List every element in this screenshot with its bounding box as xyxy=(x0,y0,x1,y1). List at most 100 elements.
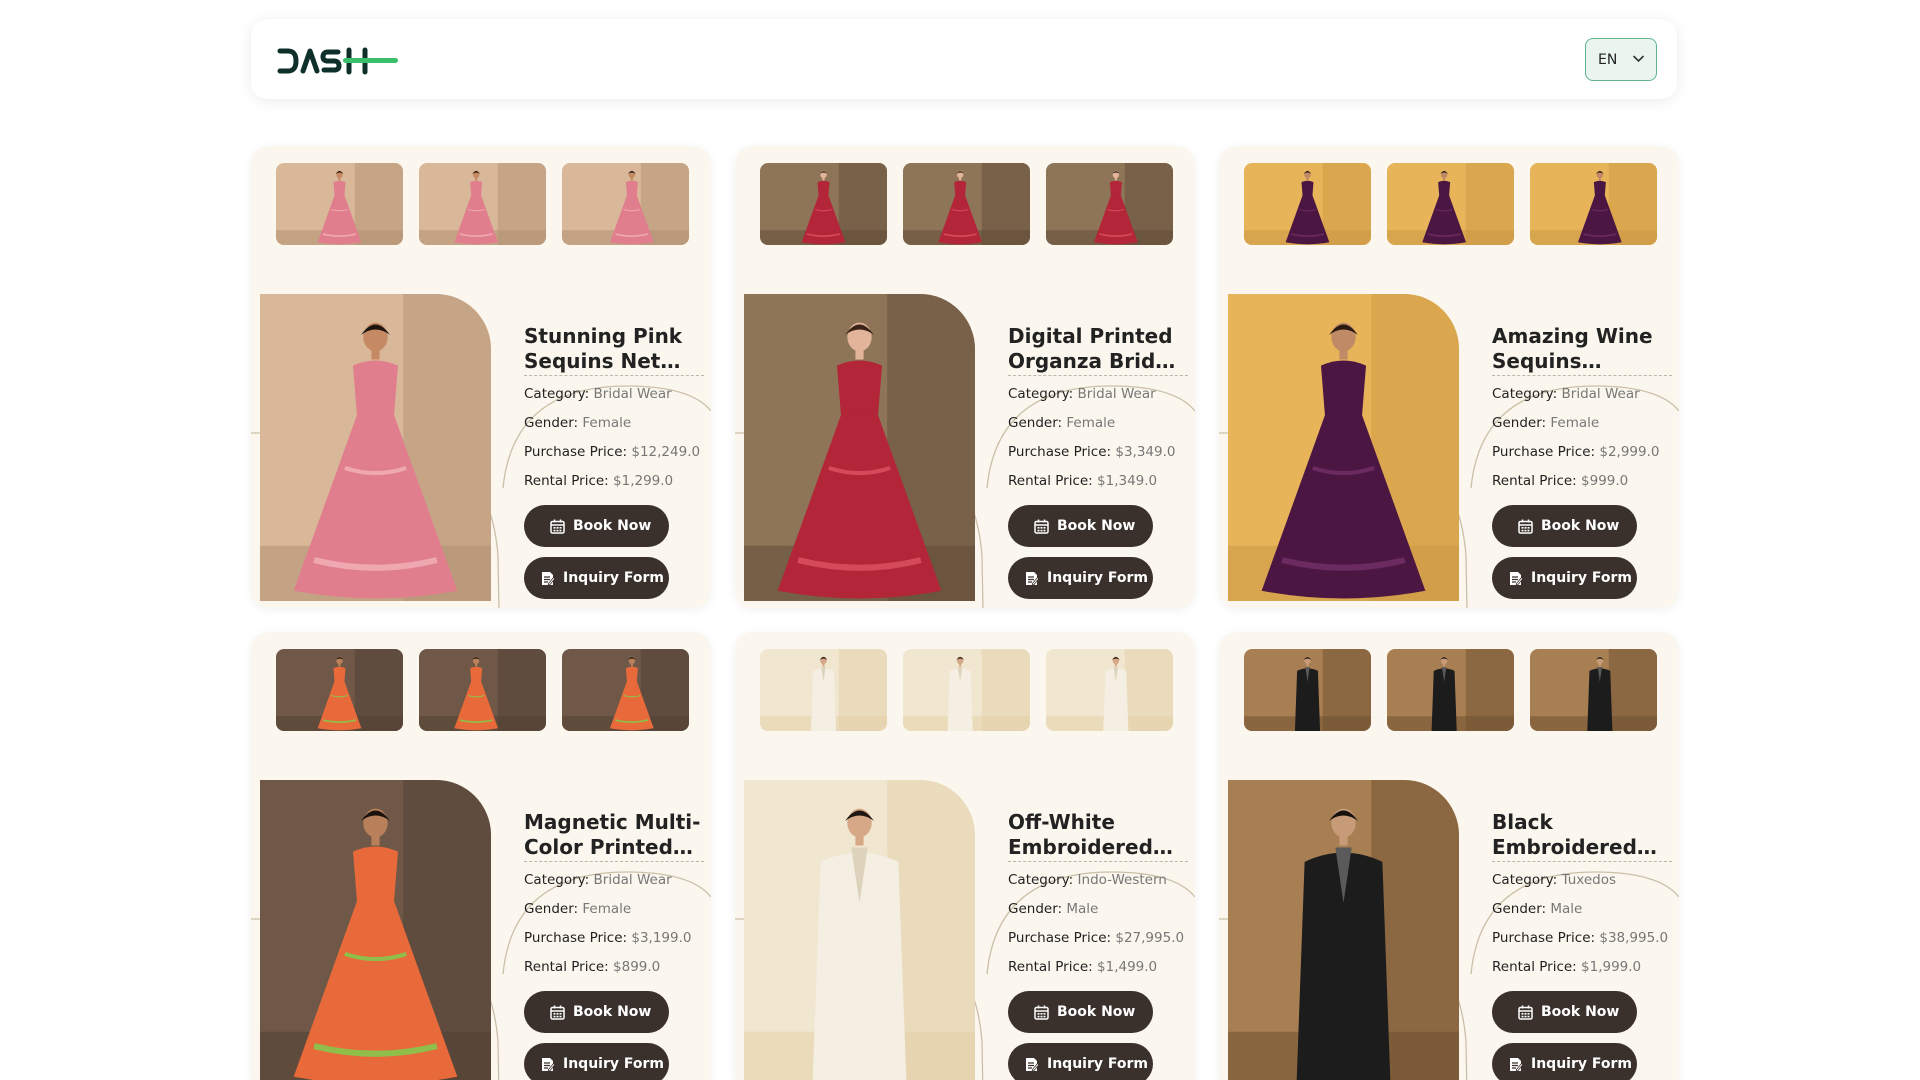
product-card: Stunning Pink Sequins Net Bridal Lehenga… xyxy=(251,146,711,608)
product-title[interactable]: Black Embroidered Tuxedo Suit xyxy=(1492,810,1672,860)
product-thumbnail[interactable] xyxy=(562,649,689,731)
product-thumbnail[interactable] xyxy=(1530,163,1657,245)
thumbnail-strip xyxy=(1244,649,1657,731)
product-thumbnail[interactable] xyxy=(1046,649,1173,731)
product-thumbnail[interactable] xyxy=(1244,163,1371,245)
product-thumbnail[interactable] xyxy=(1530,649,1657,731)
product-title[interactable]: Digital Printed Organza Bridal Lehenga xyxy=(1008,324,1188,374)
book-now-label: Book Now xyxy=(1541,518,1620,534)
rental-price-label: Rental Price: xyxy=(1492,473,1577,489)
language-select[interactable]: EN xyxy=(1585,38,1657,81)
language-label: EN xyxy=(1598,51,1618,68)
form-edit-icon xyxy=(1510,571,1523,586)
product-title[interactable]: Stunning Pink Sequins Net Bridal Lehenga xyxy=(524,324,704,374)
inquiry-form-button[interactable]: Inquiry Form xyxy=(524,557,669,599)
gender-label: Gender: xyxy=(524,901,579,917)
rental-price-label: Rental Price: xyxy=(524,959,609,975)
product-card: Black Embroidered Tuxedo Suit Category: … xyxy=(1219,632,1679,1080)
inquiry-form-button[interactable]: Inquiry Form xyxy=(1008,557,1153,599)
rental-price-value: $1,499.0 xyxy=(1097,959,1158,975)
product-main-image[interactable] xyxy=(744,294,975,601)
product-thumbnail[interactable] xyxy=(1244,649,1371,731)
book-now-button[interactable]: Book Now xyxy=(1492,991,1637,1033)
book-now-button[interactable]: Book Now xyxy=(524,505,669,547)
inquiry-form-label: Inquiry Form xyxy=(563,1056,664,1072)
purchase-price-label: Purchase Price: xyxy=(524,444,628,460)
inquiry-form-button[interactable]: Inquiry Form xyxy=(1008,1043,1153,1080)
product-card: Digital Printed Organza Bridal Lehenga C… xyxy=(735,146,1195,608)
product-thumbnail[interactable] xyxy=(760,163,887,245)
thumbnail-strip xyxy=(1244,163,1657,245)
gender-value: Male xyxy=(1550,901,1583,917)
product-thumbnail[interactable] xyxy=(419,649,546,731)
product-main-image[interactable] xyxy=(260,780,491,1080)
purchase-price-value: $3,199.0 xyxy=(631,930,692,946)
calendar-icon xyxy=(1034,1005,1049,1020)
form-edit-icon xyxy=(542,1057,555,1072)
product-thumbnail[interactable] xyxy=(276,649,403,731)
rental-price-row: Rental Price: $999.0 xyxy=(1492,467,1672,496)
category-value: Tuxedos xyxy=(1561,872,1617,888)
product-info: Off-White Embroidered Indo-Western Set C… xyxy=(1008,810,1188,1080)
category-row: Category: Bridal Wear xyxy=(524,866,704,895)
category-value: Bridal Wear xyxy=(1561,386,1640,402)
product-thumbnail[interactable] xyxy=(903,163,1030,245)
gender-label: Gender: xyxy=(524,415,579,431)
product-title[interactable]: Amazing Wine Sequins Georgette Wedding L… xyxy=(1492,324,1672,374)
product-title[interactable]: Magnetic Multi-Color Printed Chinon Drap… xyxy=(524,810,704,860)
gender-value: Female xyxy=(582,415,632,431)
book-now-button[interactable]: Book Now xyxy=(1008,991,1153,1033)
purchase-price-row: Purchase Price: $2,999.0 xyxy=(1492,438,1672,467)
product-main-image[interactable] xyxy=(1228,780,1459,1080)
product-main-image[interactable] xyxy=(260,294,491,601)
inquiry-form-button[interactable]: Inquiry Form xyxy=(1492,557,1637,599)
gender-row: Gender: Male xyxy=(1008,895,1188,924)
rental-price-value: $999.0 xyxy=(1581,473,1629,489)
book-now-button[interactable]: Book Now xyxy=(1008,505,1153,547)
title-divider xyxy=(524,861,704,862)
title-divider xyxy=(1492,375,1672,376)
rental-price-label: Rental Price: xyxy=(1492,959,1577,975)
product-thumbnail[interactable] xyxy=(419,163,546,245)
gender-label: Gender: xyxy=(1008,901,1063,917)
rental-price-value: $1,349.0 xyxy=(1097,473,1158,489)
product-thumbnail[interactable] xyxy=(1387,649,1514,731)
gender-value: Female xyxy=(1550,415,1600,431)
purchase-price-label: Purchase Price: xyxy=(524,930,628,946)
purchase-price-label: Purchase Price: xyxy=(1492,444,1596,460)
product-thumbnail[interactable] xyxy=(562,163,689,245)
book-now-label: Book Now xyxy=(573,518,652,534)
rental-price-value: $1,299.0 xyxy=(613,473,674,489)
rental-price-row: Rental Price: $899.0 xyxy=(524,953,704,982)
dash-logo[interactable] xyxy=(276,46,400,76)
product-thumbnail[interactable] xyxy=(903,649,1030,731)
calendar-icon xyxy=(1034,519,1049,534)
product-thumbnail[interactable] xyxy=(1046,163,1173,245)
title-divider xyxy=(1008,375,1188,376)
gender-label: Gender: xyxy=(1008,415,1063,431)
purchase-price-value: $2,999.0 xyxy=(1599,444,1660,460)
inquiry-form-button[interactable]: Inquiry Form xyxy=(524,1043,669,1080)
product-thumbnail[interactable] xyxy=(1387,163,1514,245)
product-thumbnail[interactable] xyxy=(760,649,887,731)
inquiry-form-label: Inquiry Form xyxy=(1531,1056,1632,1072)
purchase-price-value: $38,995.0 xyxy=(1599,930,1669,946)
book-now-button[interactable]: Book Now xyxy=(524,991,669,1033)
rental-price-row: Rental Price: $1,349.0 xyxy=(1008,467,1188,496)
inquiry-form-label: Inquiry Form xyxy=(1047,1056,1148,1072)
inquiry-form-button[interactable]: Inquiry Form xyxy=(1492,1043,1637,1080)
product-title[interactable]: Off-White Embroidered Indo-Western Set xyxy=(1008,810,1188,860)
book-now-button[interactable]: Book Now xyxy=(1492,505,1637,547)
category-value: Bridal Wear xyxy=(593,386,672,402)
rental-price-row: Rental Price: $1,999.0 xyxy=(1492,953,1672,982)
category-value: Bridal Wear xyxy=(1077,386,1156,402)
product-thumbnail[interactable] xyxy=(276,163,403,245)
gender-label: Gender: xyxy=(1492,901,1547,917)
inquiry-form-label: Inquiry Form xyxy=(1531,570,1632,586)
calendar-icon xyxy=(550,1005,565,1020)
title-divider xyxy=(1008,861,1188,862)
book-now-label: Book Now xyxy=(1541,1004,1620,1020)
category-row: Category: Tuxedos xyxy=(1492,866,1672,895)
product-main-image[interactable] xyxy=(744,780,975,1080)
product-main-image[interactable] xyxy=(1228,294,1459,601)
